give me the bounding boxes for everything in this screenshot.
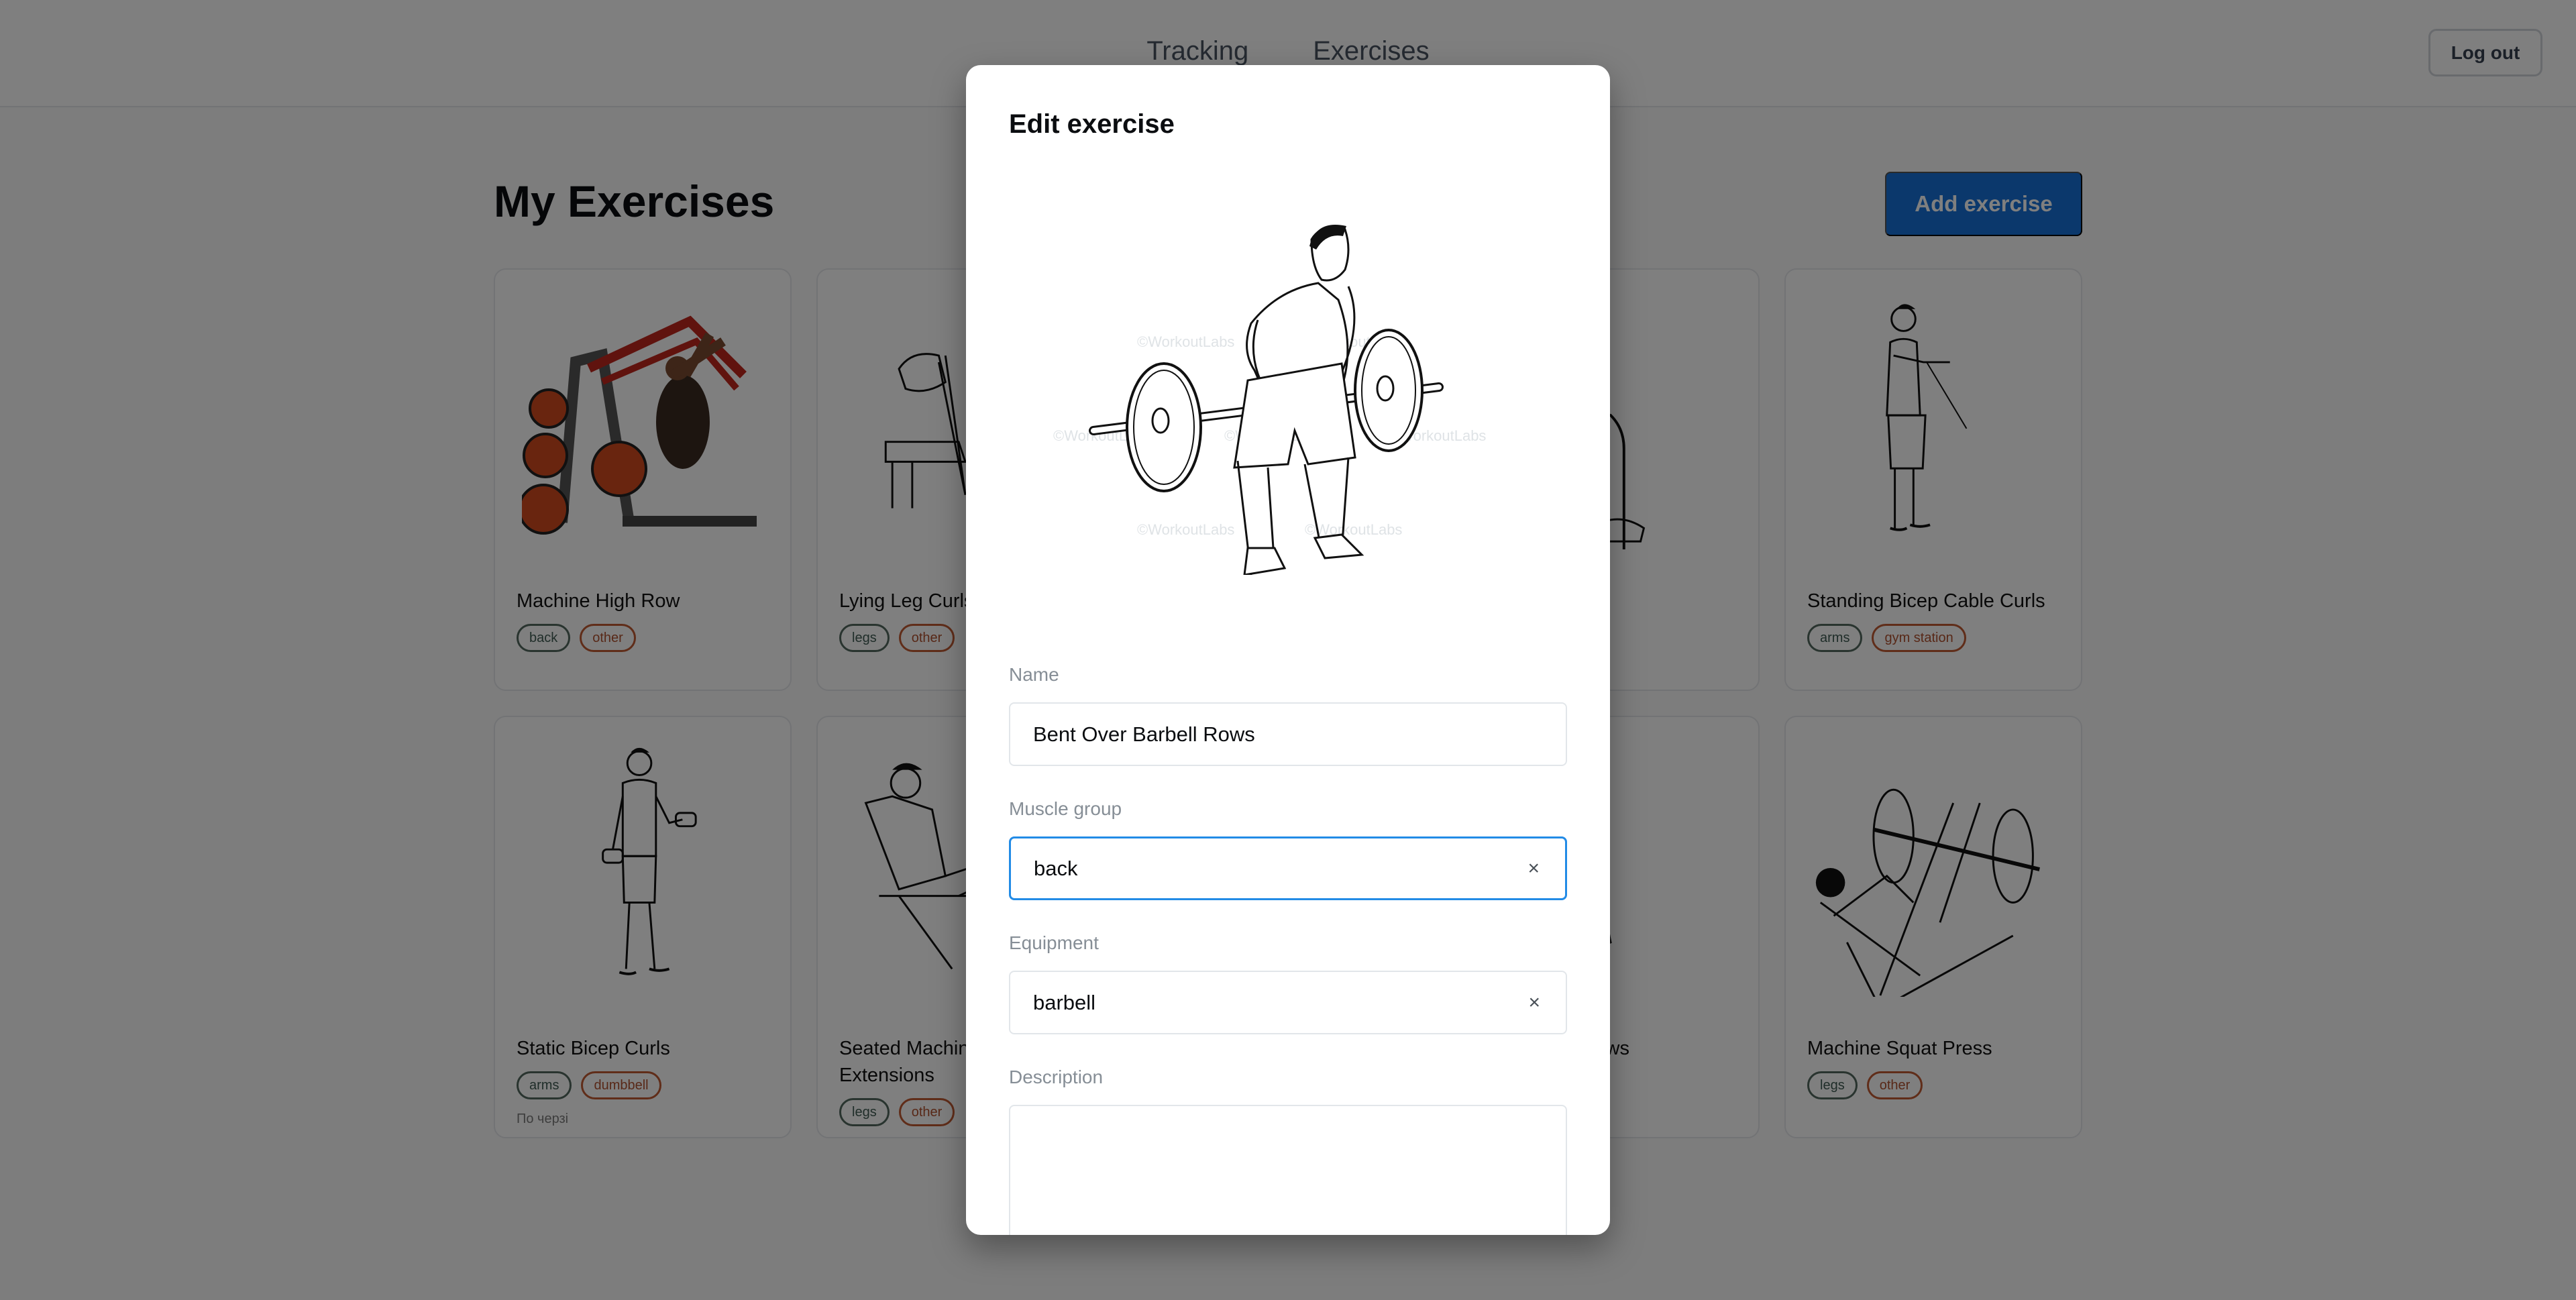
muscle-group-label: Muscle group (1009, 798, 1122, 819)
clear-equipment-icon[interactable]: × (1528, 991, 1540, 1014)
equipment-input[interactable] (1033, 990, 1543, 1015)
bent-over-barbell-row-illustration: ©WorkoutLabs ©WorkoutLabs ©WorkoutLabs ©… (1053, 225, 1486, 576)
clear-muscle-group-icon[interactable]: × (1527, 857, 1540, 880)
description-field[interactable] (1009, 1105, 1567, 1235)
name-field[interactable] (1009, 702, 1567, 766)
equipment-select[interactable]: × (1009, 971, 1567, 1034)
description-textarea[interactable] (1010, 1106, 1566, 1235)
edit-exercise-modal: Edit exercise ©WorkoutLabs ©WorkoutLabs … (966, 65, 1610, 1235)
muscle-group-select[interactable]: × (1009, 836, 1567, 900)
watermark-text: ©WorkoutLabs (1137, 521, 1234, 538)
name-label: Name (1009, 664, 1059, 685)
muscle-group-input[interactable] (1034, 856, 1542, 881)
exercise-preview-image: ©WorkoutLabs ©WorkoutLabs ©WorkoutLabs ©… (1046, 199, 1516, 576)
watermark-text: ©WorkoutLabs (1137, 333, 1234, 350)
name-input[interactable] (1033, 722, 1543, 747)
equipment-label: Equipment (1009, 932, 1099, 953)
modal-title: Edit exercise (1009, 109, 1175, 139)
description-label: Description (1009, 1067, 1104, 1087)
